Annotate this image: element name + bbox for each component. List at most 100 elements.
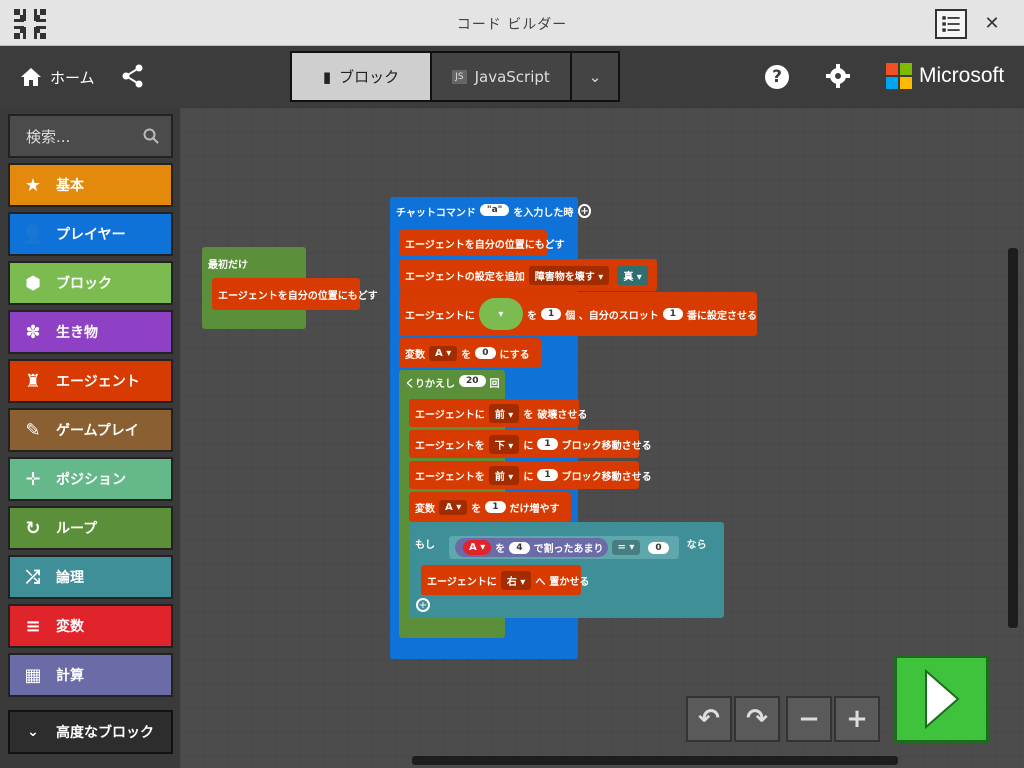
move-forward-label-a: エージェントを — [415, 471, 485, 483]
tab-blocks[interactable]: ▮ ブロック — [290, 51, 432, 102]
help-icon[interactable]: ? — [765, 65, 789, 89]
category-1[interactable]: 👤 プレイヤー — [8, 212, 173, 256]
change-var-label-a: 変数 — [415, 503, 435, 515]
agent-move-down-block[interactable]: エージェントを 下 ▾ に 1 ブロック移動させる — [409, 430, 652, 458]
category-8[interactable]: ⤮ 論理 — [8, 555, 173, 599]
direction-dropdown[interactable]: 前 ▾ — [488, 465, 520, 485]
direction-dropdown[interactable]: 前 ▾ — [488, 403, 520, 423]
condition-expression[interactable]: A ▾ を 4 で割ったあまり = ▾ 0 — [449, 536, 679, 559]
move-forward-label-c: ブロック移動させる — [561, 471, 652, 483]
category-label: ポジション — [56, 472, 126, 488]
list-menu-icon[interactable] — [935, 9, 967, 39]
gear-icon[interactable] — [826, 64, 850, 88]
category-label: 論理 — [56, 570, 84, 586]
microsoft-logo-icon — [886, 63, 912, 89]
run-button[interactable] — [894, 655, 989, 743]
modulo-expression[interactable]: A ▾ を 4 で割ったあまり — [455, 538, 608, 557]
category-9[interactable]: ≡ 変数 — [8, 604, 173, 648]
advanced-blocks-button[interactable]: ⌄ 高度なブロック — [8, 710, 173, 754]
agent-teleport-label: エージェントを自分の位置にもどす — [218, 290, 378, 302]
microsoft-logo: Microsoft — [886, 63, 1004, 89]
variable-dropdown[interactable]: A ▾ — [439, 499, 468, 515]
count-input[interactable]: 1 — [540, 308, 562, 320]
category-0[interactable]: ★ 基本 — [8, 163, 173, 207]
change-variable-block[interactable]: 変数 A ▾ を 1 だけ増やす — [409, 492, 571, 522]
category-10[interactable]: ▦ 計算 — [8, 653, 173, 697]
play-icon — [924, 669, 960, 729]
variable-dropdown[interactable]: A ▾ — [429, 345, 458, 361]
change-var-label-b: を — [471, 503, 482, 515]
agent-destroy-block[interactable]: エージェントに 前 ▾ を 破壊させる — [409, 399, 587, 427]
steps-input[interactable]: 1 — [537, 438, 558, 450]
divisor-input[interactable]: 4 — [509, 541, 530, 554]
wrench-icon: ✎ — [25, 419, 41, 441]
chat-command-input[interactable]: "a" — [479, 204, 510, 216]
on-start-label: 最初だけ — [208, 260, 248, 271]
if-label: もし — [415, 540, 435, 551]
zoom-out-button[interactable]: − — [786, 696, 832, 742]
undo-icon: ↶ — [698, 704, 720, 734]
calculator-icon: ▦ — [24, 664, 42, 686]
move-forward-label-b: に — [523, 471, 534, 483]
redo-button[interactable]: ↷ — [734, 696, 780, 742]
close-icon[interactable]: ✕ — [980, 12, 1004, 36]
person-icon: 👤 — [21, 223, 45, 245]
operator-dropdown[interactable]: = ▾ — [611, 540, 641, 555]
category-5[interactable]: ✎ ゲームプレイ — [8, 408, 173, 452]
paw-icon: ✽ — [25, 321, 41, 343]
move-down-label-a: エージェントを — [415, 440, 485, 452]
tab-javascript-label: JavaScript — [474, 67, 550, 86]
search-input[interactable]: 検索... — [8, 114, 173, 158]
agent-setting-block[interactable]: エージェントの設定を追加 障害物を壊す ▾ 真 ▾ — [399, 259, 657, 291]
shuffle-icon: ⤮ — [25, 566, 41, 588]
compare-value-input[interactable]: 0 — [648, 541, 669, 554]
item-picker[interactable]: ▾ — [478, 298, 523, 330]
agent-set-item-block[interactable]: エージェントに ▾ を 1 個 、自分のスロット 1 番に設定させる — [399, 292, 757, 336]
vertical-scrollbar[interactable] — [1008, 248, 1018, 628]
place-label-a: エージェントに — [427, 576, 497, 588]
agent-teleport-block[interactable]: エージェントを自分の位置にもどす — [212, 278, 378, 310]
increment-input[interactable]: 1 — [485, 501, 506, 513]
category-3[interactable]: ✽ 生き物 — [8, 310, 173, 354]
tab-more-dropdown[interactable]: ⌄ — [572, 51, 620, 102]
modulo-label-a: を — [495, 544, 506, 555]
category-7[interactable]: ↻ ループ — [8, 506, 173, 550]
agent-place-block[interactable]: エージェントに 右 ▾ へ 置かせる — [421, 565, 589, 595]
repeat-count-input[interactable]: 20 — [459, 375, 486, 387]
set-variable-block[interactable]: 変数 A ▾ を 0 にする — [399, 338, 541, 368]
zoom-in-button[interactable]: + — [834, 696, 880, 742]
plus-icon: + — [846, 704, 868, 734]
advanced-label: 高度なブロック — [56, 725, 154, 741]
set-item-label-d: 番に設定させる — [687, 310, 757, 322]
steps-input[interactable]: 1 — [537, 469, 558, 481]
destroy-label-c: 破壊させる — [537, 409, 588, 421]
add-parameter-icon[interactable]: + — [578, 204, 591, 218]
agent-icon: ♜ — [24, 370, 42, 392]
category-6[interactable]: ✛ ポジション — [8, 457, 173, 501]
place-label-b: へ — [535, 576, 546, 588]
direction-dropdown[interactable]: 下 ▾ — [488, 434, 520, 454]
undo-button[interactable]: ↶ — [686, 696, 732, 742]
variable-dropdown[interactable]: A ▾ — [463, 540, 492, 555]
category-4[interactable]: ♜ エージェント — [8, 359, 173, 403]
home-button[interactable]: ホーム — [20, 64, 95, 90]
toolbox-sidebar: 検索... ★ 基本 👤 プレイヤー ⬢ ブロック ✽ 生き物 ♜ エージェント ✎ ゲームプレイ ✛ ポ… — [0, 108, 180, 768]
repeat-label-a: くりかえし — [405, 379, 455, 390]
agent-move-forward-block[interactable]: エージェントを 前 ▾ に 1 ブロック移動させる — [409, 461, 652, 489]
tab-javascript[interactable]: JS JavaScript — [432, 51, 572, 102]
move-down-label-b: に — [523, 440, 534, 452]
header: ホーム ▮ ブロック JS JavaScript ⌄ ? Microsoft — [0, 46, 1024, 108]
share-icon[interactable] — [121, 64, 145, 88]
js-file-icon: JS — [452, 69, 467, 84]
horizontal-scrollbar[interactable] — [412, 756, 898, 765]
home-label: ホーム — [50, 68, 95, 87]
category-2[interactable]: ⬢ ブロック — [8, 261, 173, 305]
setting-value-dropdown[interactable]: 真 ▾ — [617, 265, 648, 285]
setting-dropdown[interactable]: 障害物を壊す ▾ — [528, 265, 610, 285]
slot-input[interactable]: 1 — [662, 308, 683, 320]
value-input[interactable]: 0 — [475, 347, 496, 359]
direction-dropdown[interactable]: 右 ▾ — [500, 570, 532, 590]
crosshair-icon: ✛ — [25, 468, 41, 490]
agent-return-block[interactable]: エージェントを自分の位置にもどす — [399, 230, 565, 256]
add-else-icon[interactable]: + — [416, 598, 430, 612]
